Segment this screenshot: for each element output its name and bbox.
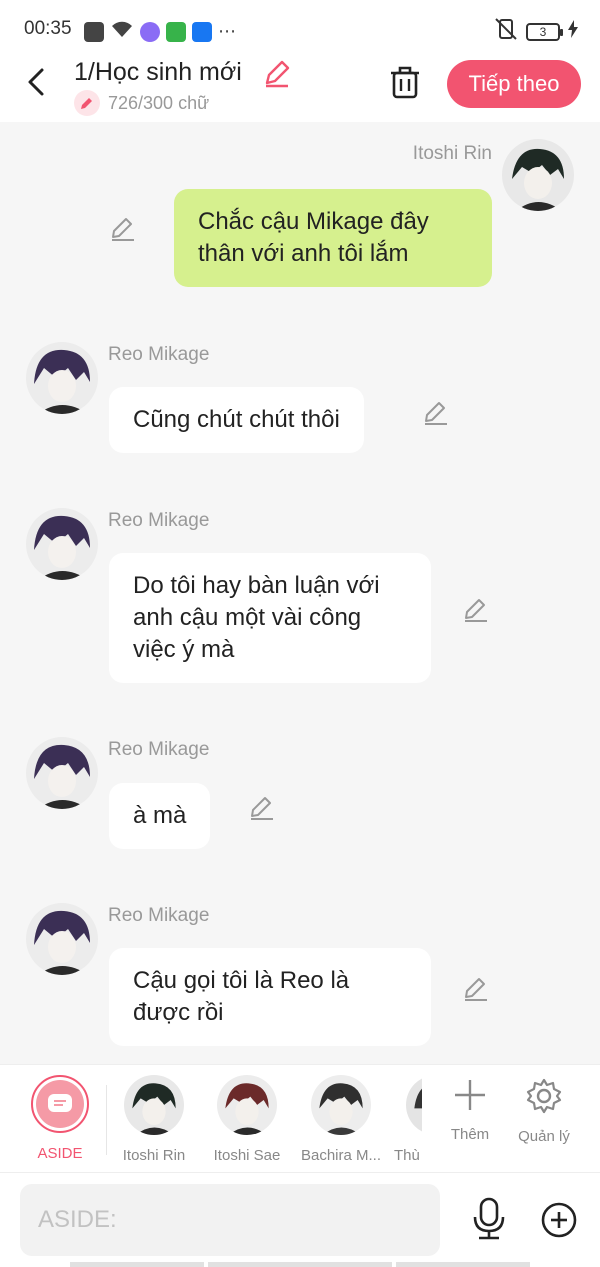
more-notifications-icon: ⋯ bbox=[218, 21, 236, 41]
charging-icon bbox=[568, 20, 578, 43]
page-title: 1/Học sinh mới bbox=[74, 58, 242, 86]
divider bbox=[106, 1085, 107, 1155]
avatar bbox=[217, 1075, 277, 1135]
avatar-reo-mikage[interactable] bbox=[26, 737, 98, 809]
back-arrow-icon[interactable] bbox=[22, 64, 52, 100]
edit-message-icon[interactable] bbox=[462, 596, 490, 624]
plus-icon bbox=[455, 1080, 485, 1110]
message-bubble[interactable]: Cậu gọi tôi là Reo là được rồi bbox=[109, 948, 431, 1046]
word-count: 726/300 chữ bbox=[74, 90, 209, 116]
input-bar bbox=[0, 1172, 600, 1267]
battery-icon: 3 bbox=[526, 22, 563, 41]
message-bubble[interactable]: à mà bbox=[109, 783, 211, 849]
avatar bbox=[124, 1075, 184, 1135]
edit-message-icon[interactable] bbox=[462, 975, 490, 1003]
character-label: ASIDE bbox=[37, 1145, 83, 1162]
notification-close-icon bbox=[84, 21, 104, 42]
aside-chat-icon bbox=[31, 1075, 89, 1133]
edit-title-icon[interactable] bbox=[262, 58, 292, 88]
status-system-icons: 3 bbox=[494, 18, 578, 45]
trash-icon[interactable] bbox=[388, 64, 422, 100]
add-circle-icon[interactable] bbox=[540, 1201, 578, 1239]
avatar-itoshi-rin[interactable] bbox=[502, 139, 574, 211]
word-count-text: 726/300 chữ bbox=[108, 92, 210, 113]
avatar-reo-mikage[interactable] bbox=[26, 903, 98, 975]
avatar bbox=[311, 1075, 371, 1135]
add-label: Thêm bbox=[450, 1126, 490, 1143]
edit-message-icon[interactable] bbox=[109, 215, 137, 243]
app-bar: 1/Học sinh mới 726/300 chữ Tiếp theo bbox=[0, 50, 600, 122]
manage-label: Quản lý bbox=[518, 1128, 570, 1145]
avatar-reo-mikage[interactable] bbox=[26, 342, 98, 414]
nav-indicator bbox=[208, 1262, 392, 1267]
add-character-button[interactable]: Thêm bbox=[434, 1077, 506, 1143]
character-aside[interactable]: ASIDE bbox=[15, 1073, 105, 1162]
message-bubble[interactable]: Cũng chút chút thôi bbox=[109, 387, 364, 453]
message-input[interactable] bbox=[20, 1184, 440, 1256]
status-notification-icons: ⋯ bbox=[84, 19, 236, 44]
wifi-icon bbox=[110, 19, 134, 44]
next-button[interactable]: Tiếp theo bbox=[447, 60, 581, 108]
edit-message-icon[interactable] bbox=[422, 399, 450, 427]
avatar bbox=[406, 1075, 422, 1135]
sender-name: Itoshi Rin bbox=[412, 143, 492, 164]
character-thu[interactable]: Thù bbox=[388, 1073, 422, 1164]
character-selector: ASIDE Itoshi Rin Itoshi Sae Bachira M...… bbox=[0, 1064, 600, 1172]
character-itoshi-sae[interactable]: Itoshi Sae bbox=[202, 1073, 292, 1164]
facebook-icon bbox=[192, 21, 212, 42]
sender-name: Reo Mikage bbox=[108, 905, 210, 926]
nav-indicator bbox=[70, 1262, 204, 1267]
sender-name: Reo Mikage bbox=[108, 344, 210, 365]
sender-name: Reo Mikage bbox=[108, 510, 210, 531]
character-label: Itoshi Rin bbox=[122, 1147, 186, 1164]
character-itoshi-rin[interactable]: Itoshi Rin bbox=[109, 1073, 199, 1164]
gear-icon bbox=[526, 1078, 562, 1114]
message-bubble[interactable]: Do tôi hay bàn luận với anh cậu một vài … bbox=[109, 553, 431, 683]
edit-message-icon[interactable] bbox=[248, 794, 276, 822]
chat-area: Itoshi Rin Chắc cậu Mikage đây thân với … bbox=[0, 122, 600, 1064]
nav-indicator bbox=[396, 1262, 530, 1267]
status-time: 00:35 bbox=[24, 18, 72, 39]
character-bachira[interactable]: Bachira M... bbox=[296, 1073, 386, 1164]
sender-name: Reo Mikage bbox=[108, 739, 210, 760]
character-label: Itoshi Sae bbox=[213, 1147, 281, 1164]
character-label: Thù bbox=[394, 1147, 420, 1164]
vibrate-off-icon bbox=[494, 18, 518, 45]
manage-button[interactable]: Quản lý bbox=[508, 1077, 580, 1145]
app-notification-icon bbox=[166, 21, 186, 42]
messenger-icon bbox=[140, 21, 160, 42]
pencil-badge-icon bbox=[74, 90, 100, 116]
message-bubble[interactable]: Chắc cậu Mikage đây thân với anh tôi lắm bbox=[174, 189, 492, 287]
microphone-icon[interactable] bbox=[470, 1197, 508, 1241]
avatar-reo-mikage[interactable] bbox=[26, 508, 98, 580]
character-label: Bachira M... bbox=[300, 1147, 382, 1164]
